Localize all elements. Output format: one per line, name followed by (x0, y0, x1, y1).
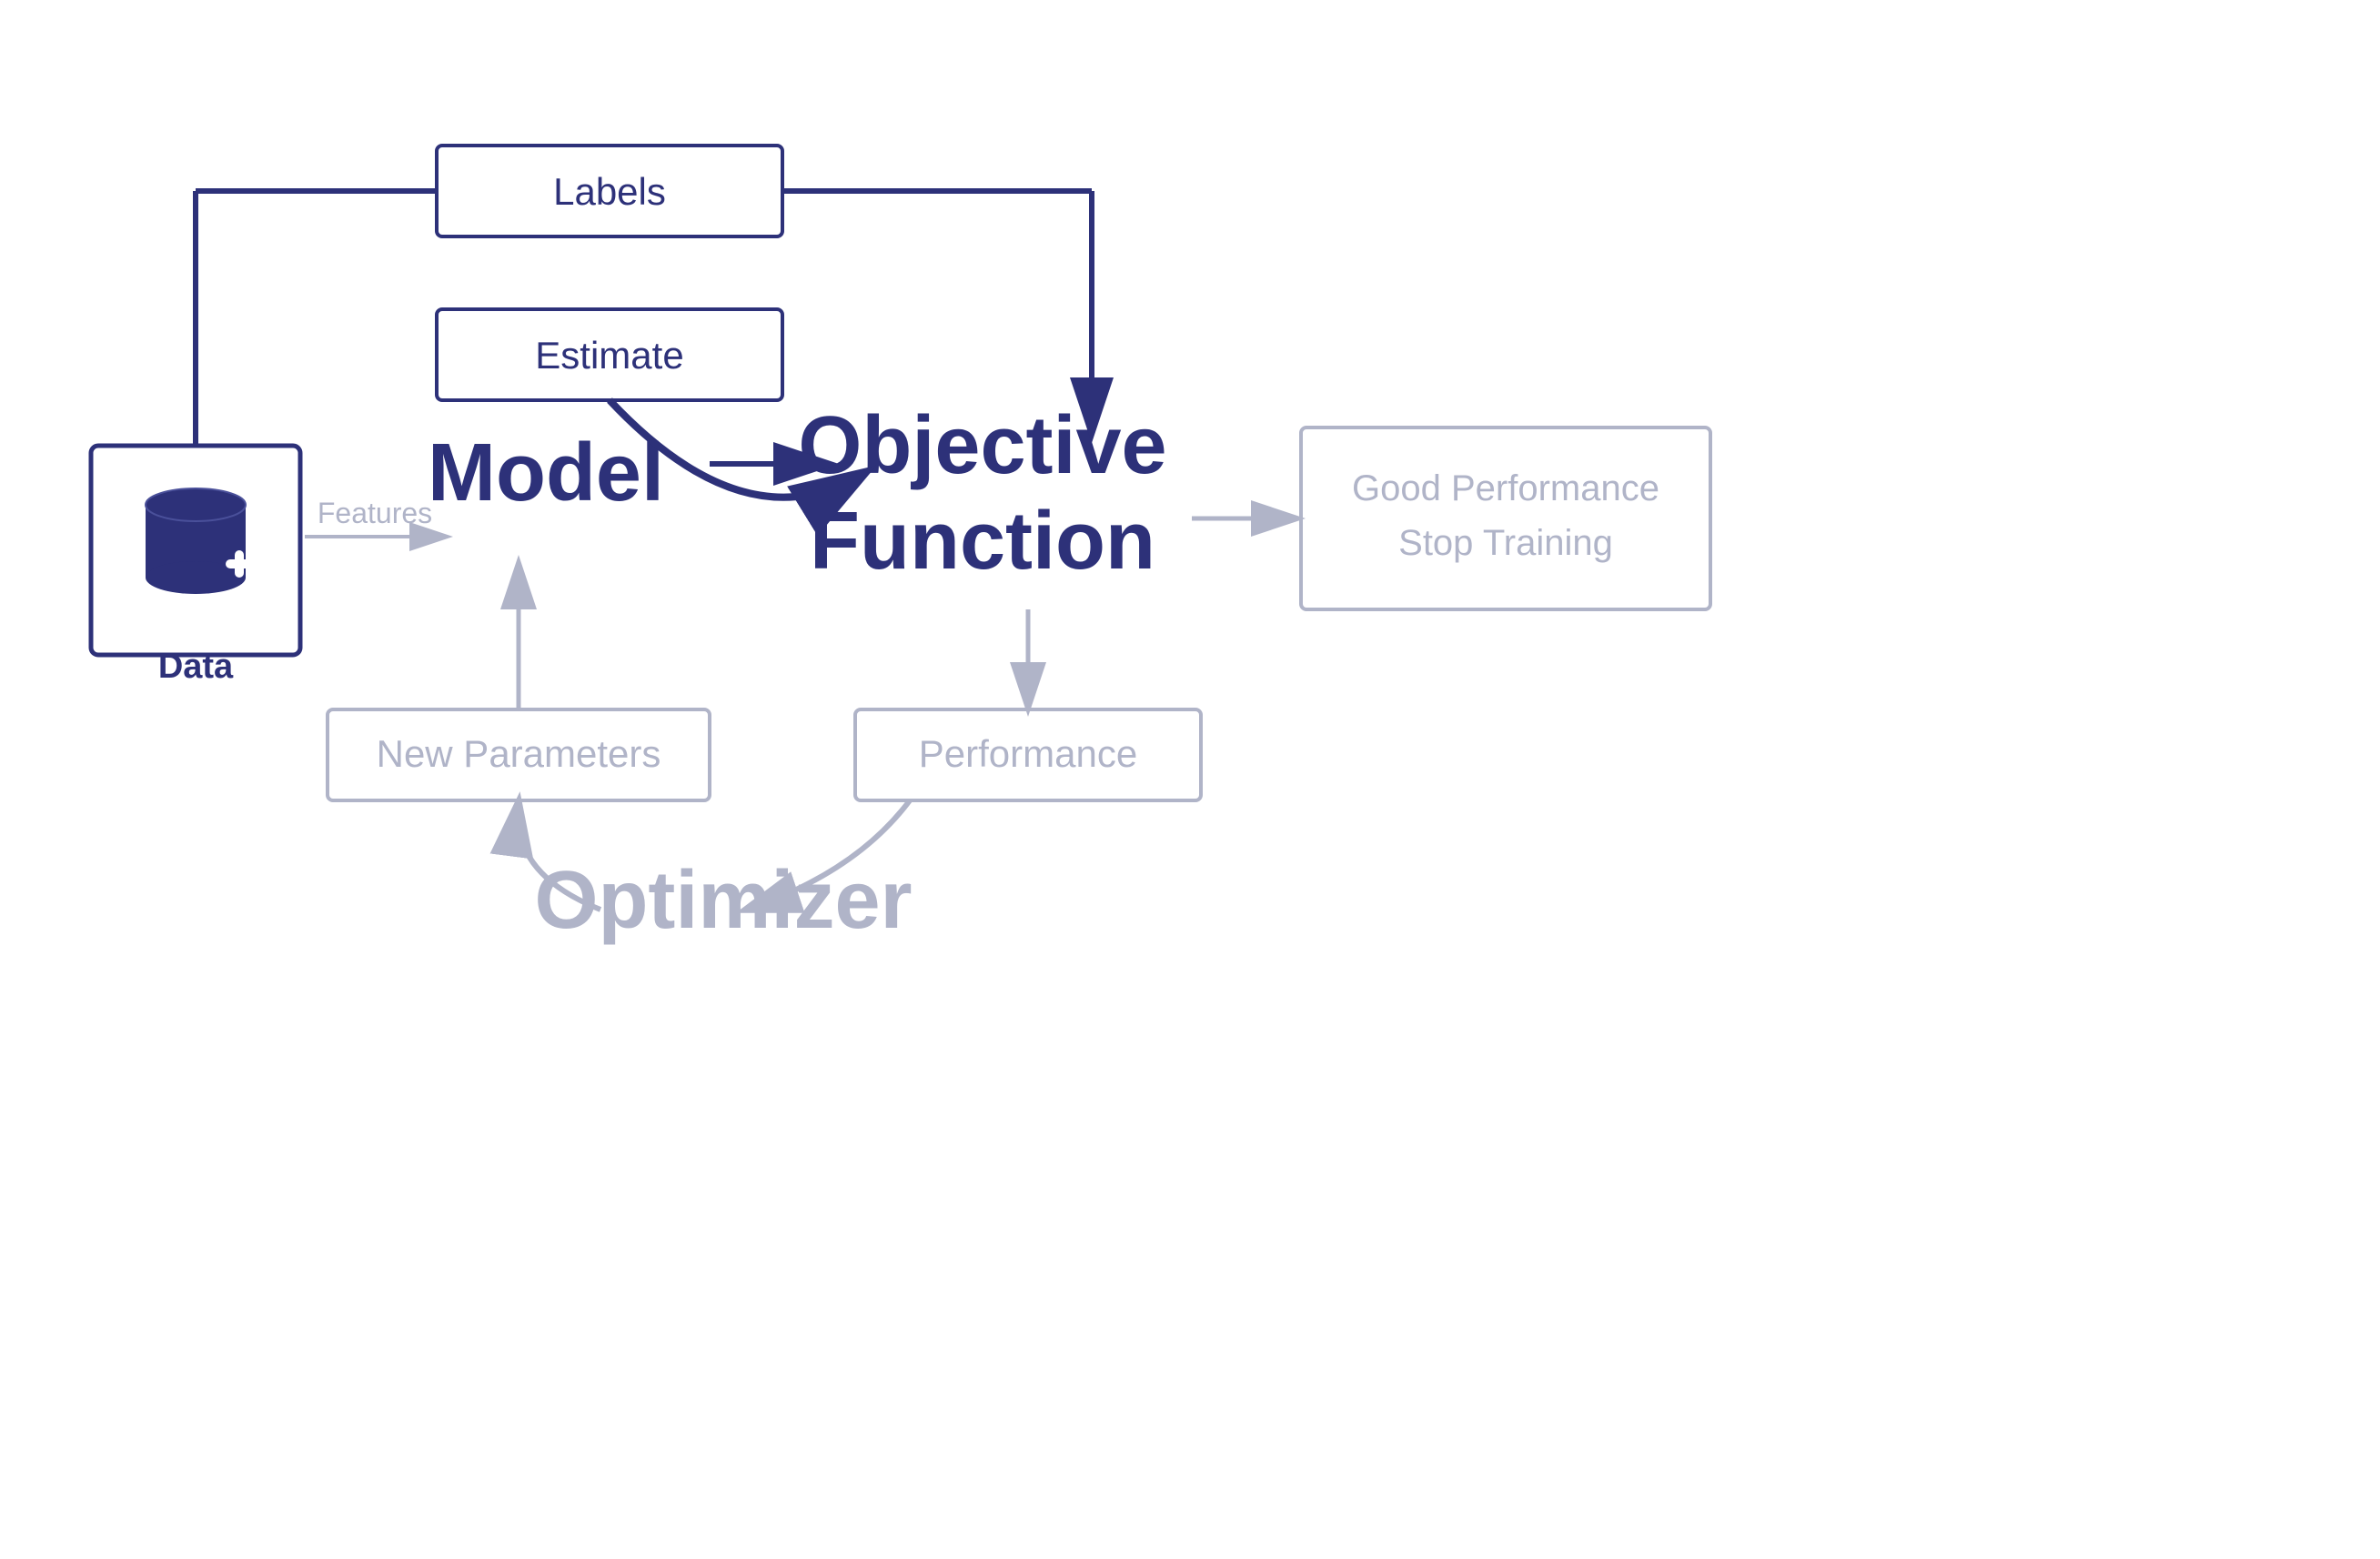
model-text: Model (428, 427, 664, 518)
good-performance-text-line2: Stop Training (1398, 523, 1613, 563)
diagram-container: Data Labels Estimate Model Objective Fun… (0, 0, 2380, 1559)
new-parameters-text: New Parameters (377, 732, 661, 775)
optimizer-text: Optimizer (534, 855, 912, 946)
labels-text: Labels (553, 170, 666, 213)
features-label: Features (318, 497, 432, 529)
good-performance-box (1301, 427, 1710, 609)
good-performance-text-line1: Good Performance (1352, 468, 1659, 508)
objective-function-text-line2: Function (810, 496, 1155, 587)
estimate-text: Estimate (535, 334, 683, 377)
data-label: Data (158, 648, 234, 686)
performance-text: Performance (919, 732, 1137, 775)
